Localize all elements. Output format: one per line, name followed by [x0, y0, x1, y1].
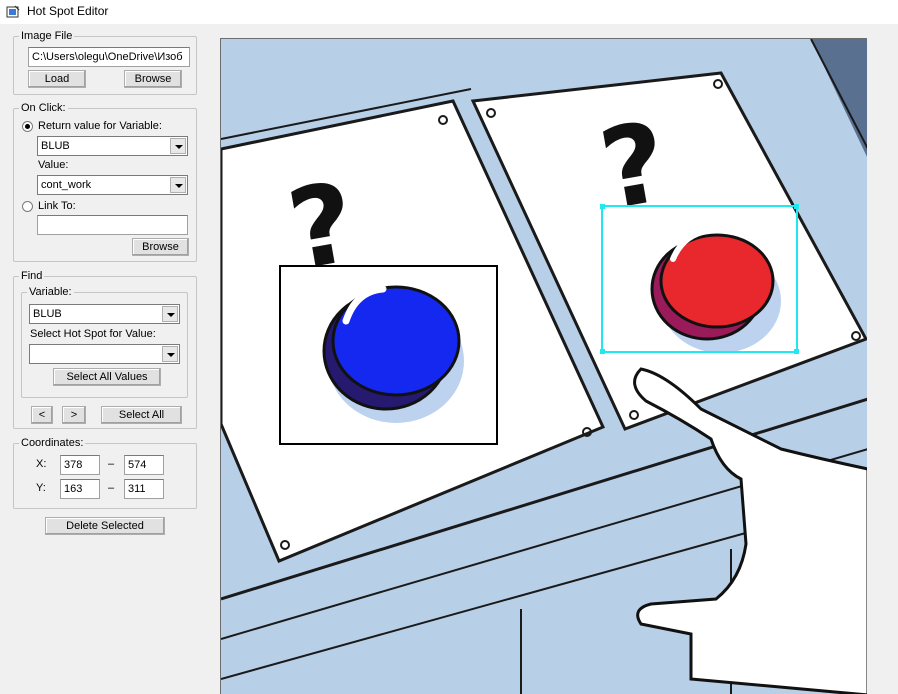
select-hotspot-combo[interactable] [29, 344, 180, 364]
value-combo[interactable]: cont_work [37, 175, 188, 195]
resize-handle[interactable] [794, 204, 799, 209]
link-to-radio[interactable] [22, 201, 33, 212]
return-value-label: Return value for Variable: [38, 120, 162, 132]
blue-hotspot-region[interactable] [279, 265, 498, 445]
link-to-field[interactable] [37, 215, 188, 235]
value-combo-value: cont_work [41, 179, 92, 191]
value-label: Value: [38, 159, 69, 171]
window-title: Hot Spot Editor [27, 4, 109, 18]
title-bar: Hot Spot Editor [0, 0, 898, 24]
browse-link-button[interactable]: Browse [132, 238, 189, 256]
select-all-values-button[interactable]: Select All Values [53, 368, 161, 386]
next-button[interactable]: > [62, 406, 86, 424]
find-variable-combo[interactable]: BLUB [29, 304, 180, 324]
x2-field[interactable]: 574 [124, 455, 164, 475]
y2-field[interactable]: 311 [124, 479, 164, 499]
red-hotspot-region-selected[interactable] [600, 204, 799, 354]
x1-field[interactable]: 378 [60, 455, 100, 475]
select-hotspot-label: Select Hot Spot for Value: [30, 328, 156, 340]
on-click-legend: On Click: [21, 102, 66, 114]
find-variable-label: Variable: [29, 286, 72, 298]
resize-handle[interactable] [600, 204, 605, 209]
x-label: X: [36, 458, 47, 470]
find-legend: Find [21, 270, 43, 282]
y-range-dash: – [108, 482, 115, 494]
coordinates-legend: Coordinates: [21, 437, 84, 449]
y-label: Y: [36, 482, 46, 494]
app-icon [6, 5, 20, 18]
return-value-radio[interactable] [22, 121, 33, 132]
coordinates-group: Coordinates: [13, 438, 197, 509]
chevron-down-icon[interactable] [170, 138, 186, 154]
chevron-down-icon[interactable] [162, 346, 178, 362]
image-file-legend: Image File [21, 30, 73, 42]
chevron-down-icon[interactable] [170, 177, 186, 193]
image-path-field[interactable]: C:\Users\olegu\OneDrive\Изоб [28, 47, 190, 67]
prev-button[interactable]: < [31, 406, 53, 424]
resize-handle[interactable] [600, 349, 605, 354]
resize-handle[interactable] [794, 349, 799, 354]
variable-combo-value: BLUB [41, 140, 70, 152]
find-variable-value: BLUB [33, 308, 62, 320]
image-canvas[interactable]: ? ? [220, 38, 867, 694]
x-range-dash: – [108, 458, 115, 470]
y1-field[interactable]: 163 [60, 479, 100, 499]
browse-image-button[interactable]: Browse [124, 70, 182, 88]
variable-combo[interactable]: BLUB [37, 136, 188, 156]
delete-selected-button[interactable]: Delete Selected [45, 517, 165, 535]
link-to-label: Link To: [38, 200, 76, 212]
chevron-down-icon[interactable] [162, 306, 178, 322]
select-all-button[interactable]: Select All [101, 406, 182, 424]
load-button[interactable]: Load [28, 70, 86, 88]
